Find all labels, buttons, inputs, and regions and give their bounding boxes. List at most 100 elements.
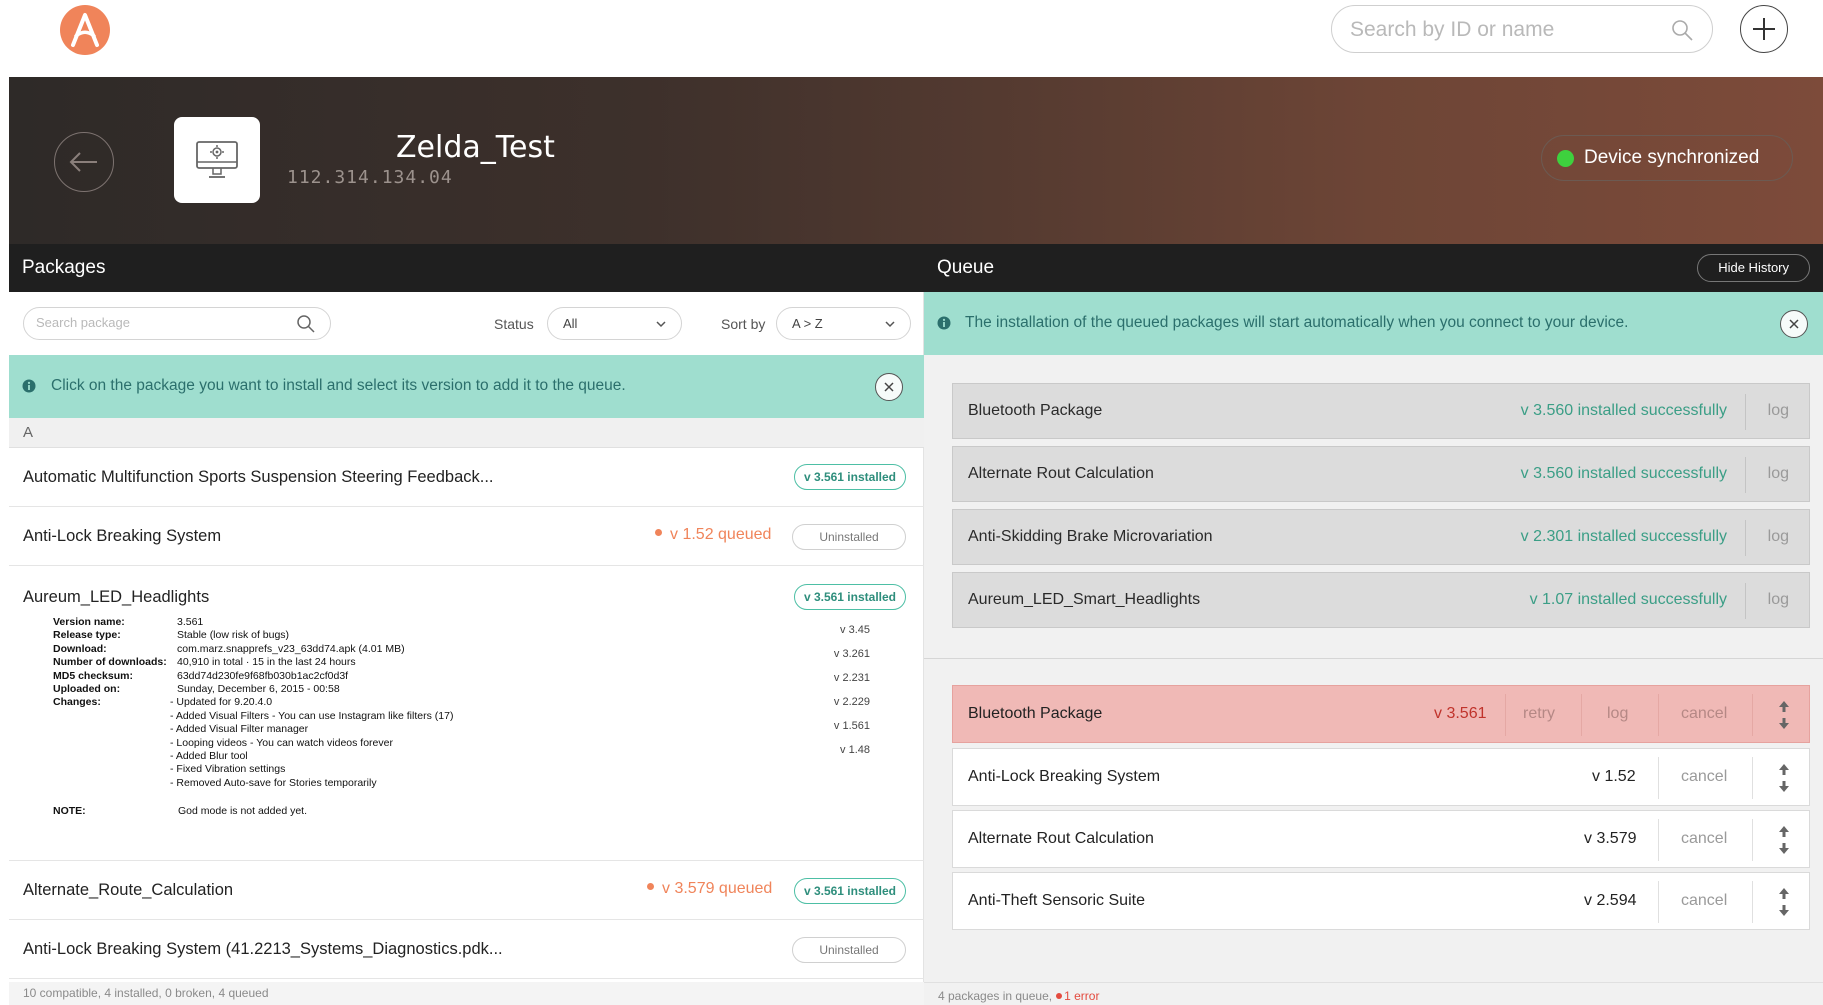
- queue-count: 4 packages in queue,: [938, 989, 1053, 1003]
- packages-info-banner: Click on the package you want to install…: [9, 355, 924, 418]
- history-name: Bluetooth Package: [968, 402, 1103, 419]
- close-button[interactable]: [875, 373, 903, 401]
- installed-badge: v 3.561 installed: [793, 464, 906, 490]
- packages-footer: 10 compatible, 4 installed, 0 broken, 4 …: [9, 982, 924, 1005]
- cancel-button[interactable]: cancel: [1681, 705, 1727, 723]
- package-row[interactable]: Alternate_Route_Calculation v 3.579 queu…: [9, 861, 924, 920]
- package-row[interactable]: Anti-Lock Breaking System v 1.52 queued …: [9, 507, 924, 566]
- queue-info-banner: The installation of the queued packages …: [924, 292, 1823, 355]
- history-item: Alternate Rout Calculation v 3.560 insta…: [952, 446, 1810, 502]
- history-status: v 3.560 installed successfully: [1520, 465, 1727, 482]
- log-link[interactable]: log: [1768, 402, 1789, 420]
- package-search-input[interactable]: [36, 315, 276, 330]
- close-icon: [1789, 319, 1799, 329]
- download-link[interactable]: com.marz.snapprefs_v23_63dd74.apk (4.01 …: [177, 643, 405, 656]
- packages-header: Packages: [9, 244, 924, 292]
- detail-label: Number of downloads:: [53, 656, 167, 669]
- history-name: Anti-Skidding Brake Microvariation: [968, 528, 1213, 545]
- change-item: - Updated for 9.20.4.0: [170, 696, 273, 709]
- detail-value: 3.561: [177, 616, 204, 628]
- queued-text: v 1.52 queued: [670, 526, 772, 543]
- history-name: Alternate Rout Calculation: [968, 465, 1154, 482]
- change-item: - Fixed Vibration settings: [170, 763, 286, 776]
- sort-select[interactable]: A > Z: [776, 307, 911, 340]
- search-icon[interactable]: [296, 314, 316, 339]
- back-button[interactable]: [54, 132, 114, 192]
- queue-item: Anti-Theft Sensoric Suite v 2.594 cancel: [952, 872, 1810, 930]
- history-item: Anti-Skidding Brake Microvariation v 2.3…: [952, 509, 1810, 565]
- version-option[interactable]: v 3.261: [834, 642, 870, 666]
- status-select[interactable]: All: [547, 307, 682, 340]
- reorder-arrows-icon[interactable]: [1777, 824, 1791, 856]
- log-link[interactable]: log: [1768, 591, 1789, 609]
- package-row-expanded[interactable]: Aureum_LED_Headlights v 3.561 installed …: [9, 566, 924, 861]
- detail-value: 40,910 in total · 15 in the last 24 hour…: [177, 656, 356, 669]
- queued-status: v 1.52 queued: [655, 526, 771, 544]
- package-name: Automatic Multifunction Sports Suspensio…: [23, 468, 494, 486]
- history-item: Aureum_LED_Smart_Headlights v 1.07 insta…: [952, 572, 1810, 628]
- queue-item-version: v 1.52: [1592, 768, 1636, 785]
- close-button[interactable]: [1780, 310, 1808, 338]
- history-status: v 2.301 installed successfully: [1520, 528, 1727, 545]
- version-option[interactable]: v 1.48: [834, 738, 870, 762]
- queue-footer: 4 packages in queue, 1 error: [924, 982, 1823, 1005]
- queue-info-text: The installation of the queued packages …: [965, 314, 1629, 331]
- sync-status-text: Device synchronized: [1584, 147, 1760, 168]
- queue-item: Anti-Lock Breaking System v 1.52 cancel: [952, 748, 1810, 806]
- history-status: v 3.560 installed successfully: [1520, 402, 1727, 419]
- installed-badge: v 3.561 installed: [793, 584, 906, 610]
- hide-history-button[interactable]: Hide History: [1697, 254, 1810, 282]
- queue-item-version: v 3.561: [1434, 705, 1487, 722]
- queued-status: v 3.579 queued: [647, 880, 772, 898]
- queue-panel: The installation of the queued packages …: [924, 292, 1823, 1005]
- status-select-value: All: [563, 316, 578, 331]
- queue-item-version: v 2.594: [1584, 892, 1637, 909]
- log-link[interactable]: log: [1768, 528, 1789, 546]
- package-name: Anti-Lock Breaking System (41.2213_Syste…: [23, 940, 503, 958]
- uninstalled-badge: Uninstalled: [792, 937, 906, 963]
- device-name: Zelda_Test: [396, 130, 555, 165]
- cancel-button[interactable]: cancel: [1681, 892, 1727, 910]
- cancel-button[interactable]: cancel: [1681, 830, 1727, 848]
- error-dot-icon: [1056, 993, 1063, 999]
- log-link[interactable]: log: [1768, 465, 1789, 483]
- sync-status-badge: Device synchronized: [1541, 135, 1793, 181]
- cancel-button[interactable]: cancel: [1681, 768, 1727, 786]
- app-logo[interactable]: [60, 5, 110, 55]
- detail-label: Release type:: [53, 629, 121, 642]
- version-option[interactable]: v 2.231: [834, 666, 870, 690]
- chevron-down-icon: [656, 321, 666, 328]
- packages-info-text: Click on the package you want to install…: [51, 377, 626, 394]
- group-header: A: [9, 418, 924, 448]
- device-header: Zelda_Test 112.314.134.04 Device synchro…: [9, 77, 1823, 244]
- detail-label: Changes:: [53, 696, 101, 709]
- detail-value: God mode is not added yet.: [178, 805, 307, 817]
- global-search[interactable]: [1331, 5, 1713, 53]
- queue-header: Queue Hide History: [924, 244, 1823, 292]
- reorder-arrows-icon[interactable]: [1777, 762, 1791, 794]
- change-item: - Added Visual Filter manager: [170, 723, 309, 736]
- queued-text: v 3.579 queued: [662, 880, 773, 897]
- reorder-arrows-icon[interactable]: [1777, 699, 1791, 731]
- version-option[interactable]: v 3.45: [834, 618, 870, 642]
- chevron-down-icon: [885, 321, 895, 328]
- packages-panel: Status All Sort by A > Z Click on the pa…: [9, 292, 924, 1005]
- package-name: Alternate_Route_Calculation: [23, 881, 234, 899]
- package-row[interactable]: Anti-Lock Breaking System (41.2213_Syste…: [9, 920, 924, 979]
- device-ip: 112.314.134.04: [287, 167, 453, 188]
- package-search[interactable]: [23, 307, 331, 340]
- queue-item-name: Alternate Rout Calculation: [968, 830, 1154, 847]
- retry-button[interactable]: retry: [1523, 705, 1555, 723]
- version-option[interactable]: v 1.561: [834, 714, 870, 738]
- global-search-input[interactable]: [1350, 16, 1650, 44]
- history-status: v 1.07 installed successfully: [1529, 591, 1727, 608]
- info-icon: [22, 379, 36, 393]
- version-option[interactable]: v 2.229: [834, 690, 870, 714]
- change-item: - Looping videos - You can watch videos …: [170, 736, 393, 749]
- add-button[interactable]: [1740, 5, 1788, 53]
- change-item: - Removed Auto-save for Stories temporar…: [170, 776, 377, 789]
- log-button[interactable]: log: [1607, 705, 1628, 723]
- package-row[interactable]: Automatic Multifunction Sports Suspensio…: [9, 448, 924, 507]
- reorder-arrows-icon[interactable]: [1777, 886, 1791, 918]
- search-icon[interactable]: [1670, 18, 1694, 47]
